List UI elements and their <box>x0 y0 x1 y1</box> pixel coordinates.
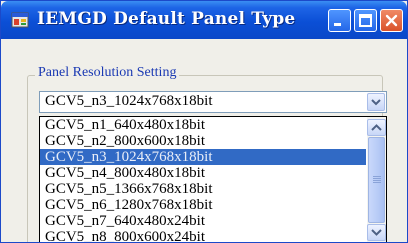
minimize-button[interactable] <box>328 9 351 32</box>
groupbox-legend: Panel Resolution Setting <box>35 65 180 81</box>
scroll-down-button[interactable] <box>367 224 386 241</box>
dropdown-option[interactable]: GCV5_n3_1024x768x18bit <box>40 149 366 165</box>
dropdown-scrollbar[interactable] <box>367 117 386 242</box>
close-icon <box>385 14 398 27</box>
dropdown-option[interactable]: GCV5_n2_800x600x18bit <box>40 133 366 149</box>
dropdown-option[interactable]: GCV5_n8_800x600x24bit <box>40 229 366 242</box>
dropdown-option[interactable]: GCV5_n5_1366x768x18bit <box>40 181 366 197</box>
resolution-dropdown-list[interactable]: GCV5_n1_640x480x18bit GCV5_n2_800x600x18b… <box>39 116 387 242</box>
dropdown-items: GCV5_n1_640x480x18bit GCV5_n2_800x600x18b… <box>40 117 366 242</box>
dropdown-option[interactable]: GCV5_n7_640x480x24bit <box>40 213 366 229</box>
maximize-icon <box>359 14 372 27</box>
chevron-up-icon <box>371 124 382 131</box>
dialog-window: IEMGD Default Panel Type Panel Resolutio… <box>0 0 408 243</box>
chevron-down-icon <box>371 99 381 106</box>
combobox-value: GCV5_n3_1024x768x18bit <box>45 93 213 109</box>
window-title: IEMGD Default Panel Type <box>37 9 296 29</box>
resolution-combobox[interactable]: GCV5_n3_1024x768x18bit <box>39 91 387 113</box>
dropdown-option[interactable]: GCV5_n6_1280x768x18bit <box>40 197 366 213</box>
combobox-dropdown-button[interactable] <box>367 93 385 111</box>
title-bar[interactable]: IEMGD Default Panel Type <box>1 1 407 39</box>
chevron-down-icon <box>371 229 382 236</box>
app-icon <box>11 12 29 28</box>
minimize-icon <box>334 23 341 26</box>
dropdown-option[interactable]: GCV5_n4_800x480x18bit <box>40 165 366 181</box>
scroll-up-button[interactable] <box>367 119 386 136</box>
dropdown-option[interactable]: GCV5_n1_640x480x18bit <box>40 117 366 133</box>
maximize-button[interactable] <box>354 9 377 32</box>
scrollbar-thumb[interactable] <box>368 137 385 223</box>
close-button[interactable] <box>380 9 403 32</box>
